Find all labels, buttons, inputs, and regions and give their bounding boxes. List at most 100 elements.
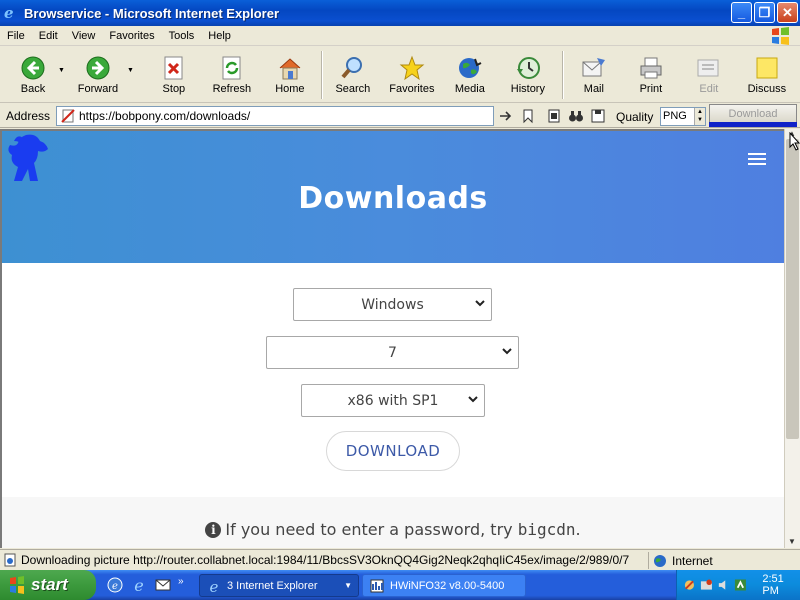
printer-icon	[638, 55, 664, 81]
address-url: https://bobpony.com/downloads/	[79, 109, 251, 123]
version-select-value: 7	[388, 344, 397, 361]
address-input[interactable]: https://bobpony.com/downloads/	[56, 106, 494, 126]
tray-hwinfo-icon[interactable]	[734, 578, 747, 592]
taskbar-hwinfo[interactable]: HWiNFO32 v8.00-5400	[362, 574, 526, 597]
tray-network-icon[interactable]	[683, 578, 696, 592]
security-zone: Internet	[648, 552, 713, 569]
ie-task-icon: e	[210, 578, 219, 594]
hwinfo-icon	[370, 579, 384, 592]
mail-button[interactable]: Mail	[566, 47, 622, 103]
zone-label: Internet	[672, 553, 713, 568]
print-button[interactable]: Print	[622, 47, 680, 103]
scroll-down-icon[interactable]: ▼	[788, 537, 796, 546]
quicklaunch-mail-icon[interactable]	[154, 576, 172, 594]
address-label: Address	[6, 108, 51, 123]
discuss-button[interactable]: Discuss	[738, 47, 796, 103]
quality-select[interactable]: PNG ▲ ▼	[660, 107, 706, 126]
refresh-label: Refresh	[212, 83, 252, 95]
discuss-note-icon	[754, 55, 780, 81]
chevron-down-icon	[468, 396, 478, 403]
os-select[interactable]: Windows	[293, 288, 492, 321]
vertical-scrollbar[interactable]: ▲ ▼	[784, 129, 800, 548]
media-label: Media	[454, 83, 485, 95]
stop-icon	[161, 55, 187, 81]
favorites-button[interactable]: Favorites	[381, 47, 443, 103]
toolbar-separator	[320, 51, 322, 99]
notice-code: bigcdn	[517, 520, 576, 539]
taskbar-ie-group[interactable]: e 3 Internet Explorer ▼	[199, 574, 359, 597]
stop-button[interactable]: Stop	[146, 47, 202, 103]
go-arrow-icon[interactable]	[498, 108, 514, 124]
notice-end: .	[575, 520, 581, 539]
version-select[interactable]: 7	[266, 336, 519, 369]
start-button[interactable]: start	[0, 570, 96, 600]
quality-value: PNG	[663, 110, 687, 122]
home-label: Home	[275, 83, 305, 95]
back-dropdown-icon[interactable]: ▼	[58, 67, 65, 74]
quicklaunch-ie-icon[interactable]: e	[130, 576, 148, 594]
page-header: Downloads	[2, 131, 784, 263]
page-title: Downloads	[298, 181, 488, 216]
quicklaunch-browser-icon[interactable]: e	[106, 576, 124, 594]
tray-security-icon[interactable]	[700, 578, 713, 592]
discuss-label: Discuss	[747, 83, 787, 95]
media-button[interactable]: Media	[443, 47, 497, 103]
task-group-dropdown-icon: ▼	[344, 581, 352, 590]
arch-select-value: x86 with SP1	[347, 392, 439, 409]
forward-label: Forward	[77, 83, 119, 95]
quality-spinner-icon[interactable]: ▲ ▼	[694, 108, 705, 125]
system-tray: 2:51 PM	[676, 570, 800, 600]
search-icon	[340, 55, 366, 81]
menu-tools[interactable]: Tools	[162, 30, 202, 42]
os-select-value: Windows	[361, 296, 424, 313]
minimize-button[interactable]: _	[731, 2, 752, 23]
mail-label: Mail	[583, 83, 604, 95]
refresh-icon	[219, 55, 245, 81]
edit-button[interactable]: Edit	[680, 47, 738, 103]
back-button[interactable]: Back	[8, 47, 58, 103]
maximize-button[interactable]: ❐	[754, 2, 775, 23]
password-notice: i If you need to enter a password, try bi…	[2, 520, 784, 539]
notice-text: If you need to enter a password, try	[225, 520, 513, 539]
address-bar: Address https://bobpony.com/downloads/ Q…	[0, 104, 800, 128]
tray-volume-icon[interactable]	[717, 578, 730, 592]
windows-flag-icon	[10, 576, 24, 594]
menu-favorites[interactable]: Favorites	[102, 30, 161, 42]
search-button[interactable]: Search	[325, 47, 381, 103]
forward-dropdown-icon[interactable]: ▼	[127, 67, 134, 74]
refresh-button[interactable]: Refresh	[202, 47, 262, 103]
download-button[interactable]: DOWNLOAD	[326, 431, 460, 471]
menu-edit[interactable]: Edit	[32, 30, 65, 42]
bobpony-logo-icon[interactable]	[4, 133, 50, 185]
quick-launch: e e »	[106, 576, 198, 594]
svg-text:e: e	[210, 578, 219, 594]
home-button[interactable]: Home	[262, 47, 318, 103]
bookmark-icon[interactable]	[520, 108, 536, 124]
hamburger-menu-icon[interactable]	[748, 153, 766, 167]
save-page-icon[interactable]	[590, 108, 606, 124]
page-icon[interactable]	[546, 108, 562, 124]
history-button[interactable]: History	[497, 47, 559, 103]
back-label: Back	[20, 83, 46, 95]
page-viewport: Downloads Windows 7 x86 with SP1 DOWNLOA…	[0, 129, 784, 548]
arch-select[interactable]: x86 with SP1	[301, 384, 485, 417]
forward-button[interactable]: Forward	[69, 47, 127, 103]
chevron-down-icon	[502, 348, 512, 355]
close-button[interactable]: ✕	[777, 2, 798, 23]
favorites-label: Favorites	[389, 83, 435, 95]
history-label: History	[510, 83, 545, 95]
menu-file[interactable]: File	[0, 30, 32, 42]
svg-text:e: e	[112, 581, 118, 592]
clock[interactable]: 2:51 PM	[762, 573, 800, 597]
edit-label: Edit	[699, 83, 719, 95]
scroll-thumb[interactable]	[786, 139, 799, 439]
start-label: start	[31, 575, 68, 594]
print-label: Print	[639, 83, 663, 95]
star-icon	[399, 55, 425, 81]
binoculars-icon[interactable]	[568, 108, 584, 124]
window-title: Browservice - Microsoft Internet Explore…	[24, 5, 280, 21]
status-page-icon	[4, 553, 16, 567]
menu-view[interactable]: View	[65, 30, 103, 42]
quicklaunch-more-icon[interactable]: »	[178, 576, 184, 594]
menu-help[interactable]: Help	[201, 30, 238, 42]
